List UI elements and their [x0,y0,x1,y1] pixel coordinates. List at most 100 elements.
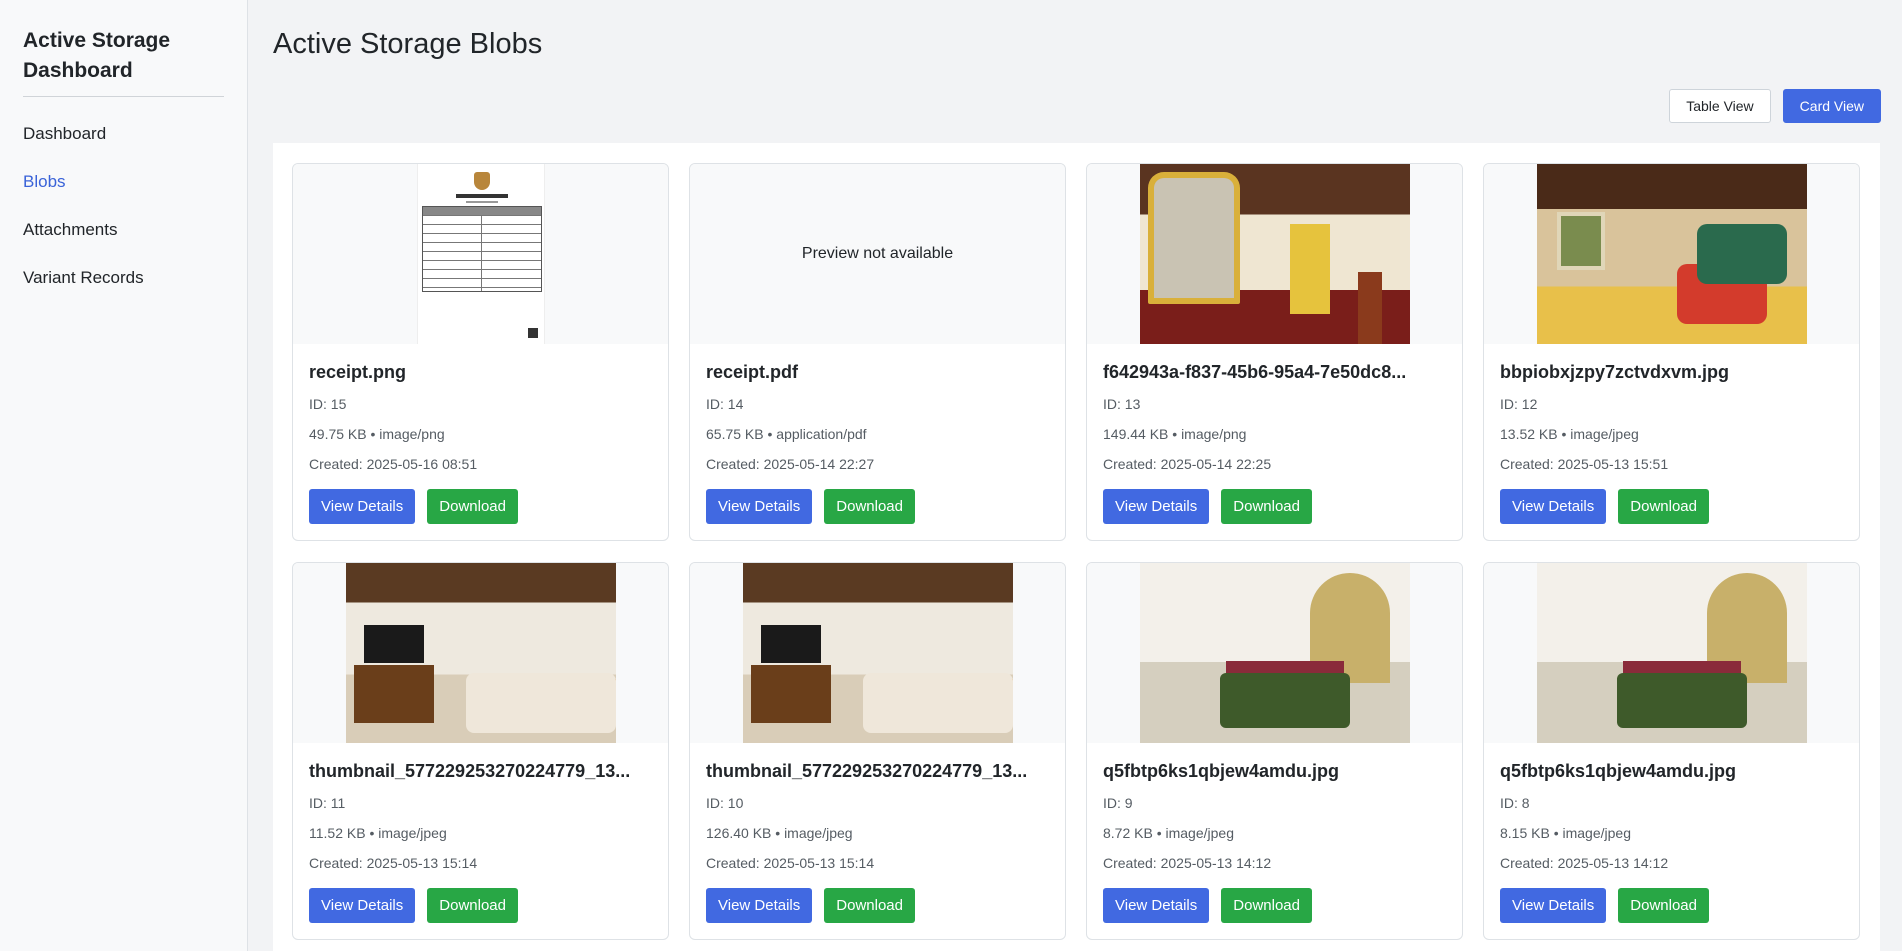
blob-card: f642943a-f837-45b6-95a4-7e50dc8... ID: 1… [1086,163,1463,541]
blob-actions: View Details Download [1103,888,1446,923]
sidebar: Active Storage Dashboard Dashboard Blobs… [0,0,248,951]
blob-card-body: q5fbtp6ks1qbjew4amdu.jpg ID: 8 8.15 KB •… [1484,743,1859,923]
blob-filename: thumbnail_577229253270224779_13... [309,761,631,781]
blob-actions: View Details Download [706,489,1049,524]
sidebar-item-variant-records[interactable]: Variant Records [23,267,224,315]
blob-id: ID: 14 [706,396,744,412]
blob-preview[interactable] [1484,563,1859,743]
photo-thumbnail-image [742,563,1013,743]
brand-title: Active Storage Dashboard [23,26,224,97]
blob-created: Created: 2025-05-13 15:14 [706,855,875,871]
photo-thumbnail-image [1139,563,1410,743]
blob-card-body: bbpiobxjzpy7zctvdxvm.jpg ID: 12 13.52 KB… [1484,344,1859,524]
blob-filename: receipt.pdf [706,362,799,382]
blob-created: Created: 2025-05-13 14:12 [1500,855,1669,871]
blob-actions: View Details Download [1500,888,1843,923]
sidebar-item-blobs[interactable]: Blobs [23,171,224,219]
sidebar-item-dashboard[interactable]: Dashboard [23,123,224,171]
blob-id: ID: 12 [1500,396,1538,412]
photo-thumbnail-image [1536,164,1807,344]
preview-not-available-text: Preview not available [801,245,954,262]
blob-preview[interactable] [1484,164,1859,344]
photo-thumbnail-image [1139,164,1410,344]
blob-filename: q5fbtp6ks1qbjew4amdu.jpg [1103,761,1340,781]
blob-id: ID: 13 [1103,396,1141,412]
view-details-button[interactable]: View Details [1500,489,1607,524]
blob-size-type: 126.40 KB • image/jpeg [706,825,853,841]
blob-created: Created: 2025-05-14 22:25 [1103,456,1272,472]
blob-filename: bbpiobxjzpy7zctvdxvm.jpg [1500,362,1730,382]
sidebar-item-attachments[interactable]: Attachments [23,219,224,267]
blob-id: ID: 11 [309,795,346,811]
blob-size-type: 8.15 KB • image/jpeg [1500,825,1631,841]
view-details-button[interactable]: View Details [1103,489,1210,524]
view-details-button[interactable]: View Details [706,888,813,923]
blob-card-body: q5fbtp6ks1qbjew4amdu.jpg ID: 9 8.72 KB •… [1087,743,1462,923]
blob-actions: View Details Download [1500,489,1843,524]
blob-actions: View Details Download [309,489,652,524]
blob-card-body: thumbnail_577229253270224779_13... ID: 1… [293,743,668,923]
blob-card-body: thumbnail_577229253270224779_13... ID: 1… [690,743,1065,923]
view-details-button[interactable]: View Details [309,489,416,524]
blob-size-type: 13.52 KB • image/jpeg [1500,426,1639,442]
download-button[interactable]: Download [1618,888,1709,923]
blob-card-grid: receipt.png ID: 15 49.75 KB • image/png … [292,163,1861,940]
blob-card-grid-container: receipt.png ID: 15 49.75 KB • image/png … [273,143,1880,951]
download-button[interactable]: Download [824,489,915,524]
blob-size-type: 8.72 KB • image/jpeg [1103,825,1234,841]
blob-card: q5fbtp6ks1qbjew4amdu.jpg ID: 9 8.72 KB •… [1086,562,1463,940]
photo-thumbnail-image [1536,563,1807,743]
blob-filename: thumbnail_577229253270224779_13... [706,761,1028,781]
table-view-button[interactable]: Table View [1669,89,1771,123]
blob-preview[interactable] [690,563,1065,743]
download-button[interactable]: Download [824,888,915,923]
blob-card: q5fbtp6ks1qbjew4amdu.jpg ID: 8 8.15 KB •… [1483,562,1860,940]
blob-card: thumbnail_577229253270224779_13... ID: 1… [292,562,669,940]
blob-card-body: receipt.png ID: 15 49.75 KB • image/png … [293,344,668,524]
blob-preview[interactable] [293,563,668,743]
blob-preview[interactable] [1087,164,1462,344]
document-thumbnail-image [416,164,545,344]
view-toggle: Table View Card View [1669,89,1881,123]
download-button[interactable]: Download [1221,888,1312,923]
blob-id: ID: 8 [1500,795,1530,811]
blob-card: bbpiobxjzpy7zctvdxvm.jpg ID: 12 13.52 KB… [1483,163,1860,541]
blob-created: Created: 2025-05-16 08:51 [309,456,478,472]
blob-size-type: 49.75 KB • image/png [309,426,445,442]
blob-id: ID: 15 [309,396,347,412]
blob-created: Created: 2025-05-14 22:27 [706,456,875,472]
blob-created: Created: 2025-05-13 14:12 [1103,855,1272,871]
photo-thumbnail-image [345,563,616,743]
sidebar-nav: Dashboard Blobs Attachments Variant Reco… [23,123,224,315]
blob-id: ID: 10 [706,795,744,811]
blob-actions: View Details Download [309,888,652,923]
view-details-button[interactable]: View Details [1500,888,1607,923]
blob-size-type: 11.52 KB • image/jpeg [309,825,447,841]
download-button[interactable]: Download [1618,489,1709,524]
blob-size-type: 65.75 KB • application/pdf [706,426,867,442]
blob-card: receipt.png ID: 15 49.75 KB • image/png … [292,163,669,541]
blob-filename: f642943a-f837-45b6-95a4-7e50dc8... [1103,362,1407,382]
view-details-button[interactable]: View Details [706,489,813,524]
blob-preview[interactable] [293,164,668,344]
blob-card-body: f642943a-f837-45b6-95a4-7e50dc8... ID: 1… [1087,344,1462,524]
blob-size-type: 149.44 KB • image/png [1103,426,1247,442]
blob-actions: View Details Download [706,888,1049,923]
blob-card: Preview not available receipt.pdf ID: 14… [689,163,1066,541]
blob-created: Created: 2025-05-13 15:14 [309,855,478,871]
blob-id: ID: 9 [1103,795,1133,811]
download-button[interactable]: Download [1221,489,1312,524]
view-details-button[interactable]: View Details [309,888,416,923]
card-view-button[interactable]: Card View [1782,89,1881,123]
download-button[interactable]: Download [427,888,518,923]
blob-filename: q5fbtp6ks1qbjew4amdu.jpg [1500,761,1737,781]
blob-preview[interactable] [1087,563,1462,743]
blob-card-body: receipt.pdf ID: 14 65.75 KB • applicatio… [690,344,1065,524]
blob-card: thumbnail_577229253270224779_13... ID: 1… [689,562,1066,940]
blob-filename: receipt.png [309,362,407,382]
download-button[interactable]: Download [427,489,518,524]
blob-preview[interactable]: Preview not available [690,164,1065,344]
blob-actions: View Details Download [1103,489,1446,524]
blob-created: Created: 2025-05-13 15:51 [1500,456,1669,472]
view-details-button[interactable]: View Details [1103,888,1210,923]
